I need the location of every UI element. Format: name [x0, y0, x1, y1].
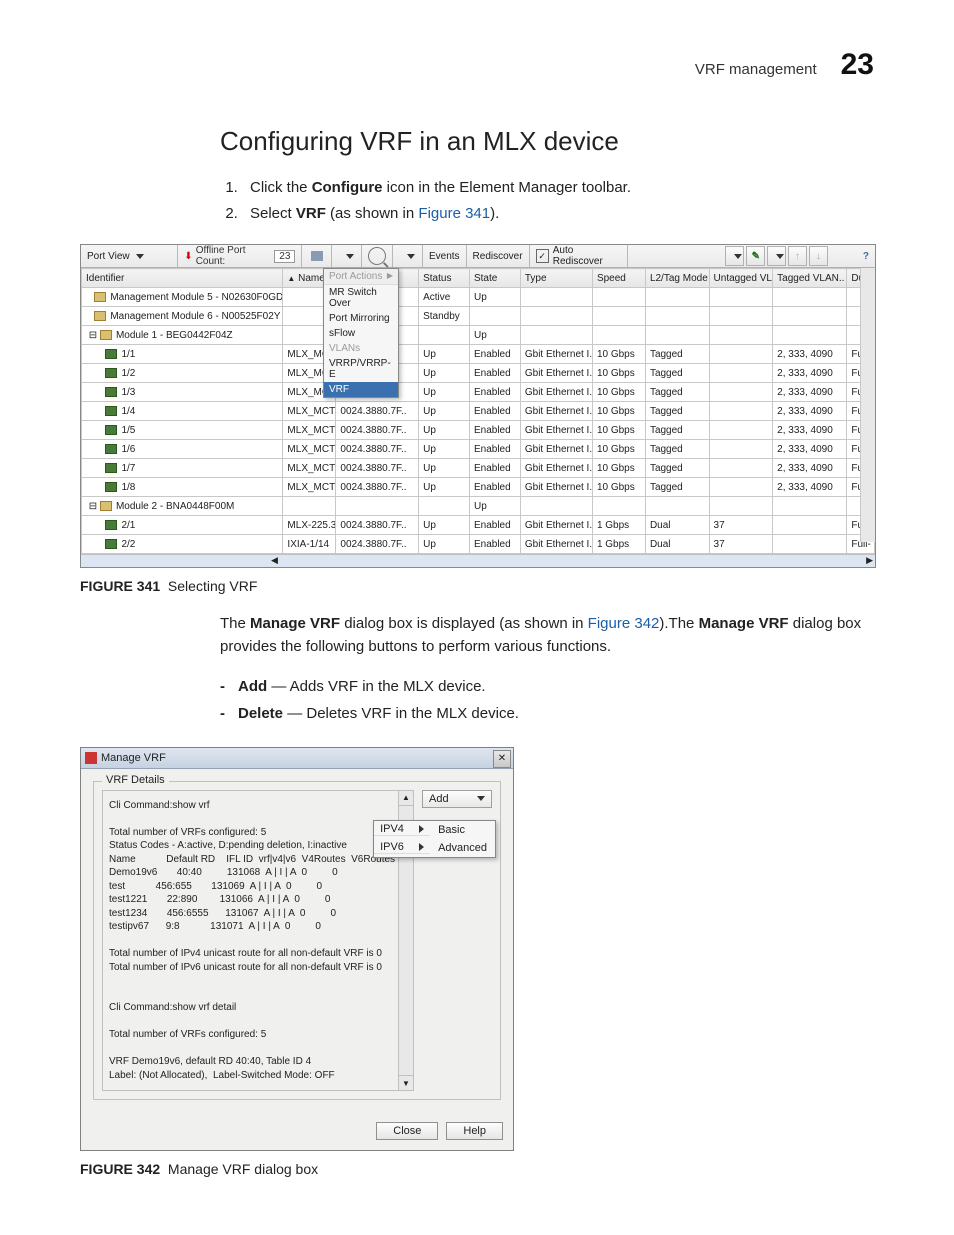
offline-port-count: ⬇ Offline Port Count: 23 [178, 245, 302, 267]
step-2: Select VRF (as shown in Figure 341). [242, 201, 874, 227]
toolbar-dropdown-3[interactable] [767, 246, 786, 266]
figure-341-link[interactable]: Figure 341 [418, 205, 490, 222]
submenu-ipv6[interactable]: IPV6 [374, 841, 430, 854]
checkbox-icon: ✓ [536, 249, 549, 263]
table-row[interactable]: ⊟ Module 1 - BEG0442F04ZUp [82, 326, 875, 345]
down-arrow-button[interactable]: ↓ [809, 246, 828, 266]
table-row[interactable]: ⊟ Module 2 - BNA0448F00MUp [82, 497, 875, 516]
table-row[interactable]: 1/5MLX_MCT_ICL0024.3880.7F..UpEnabledGbi… [82, 421, 875, 440]
search-icon [368, 247, 386, 265]
table-row[interactable]: Management Module 6 - N00525F02YStandby [82, 307, 875, 326]
app-icon [85, 752, 97, 764]
table-row[interactable]: 2/2IXIA-1/140024.3880.7F..UpEnabledGbit … [82, 535, 875, 554]
header-page-number: 23 [841, 48, 874, 82]
figure-342-link[interactable]: Figure 342 [588, 615, 660, 632]
port-view-dropdown[interactable]: Port View [81, 245, 178, 267]
table-row[interactable]: 1/2MLX_MCT_UpEnabledGbit Ethernet I..10 … [82, 364, 875, 383]
table-row[interactable]: 1/8MLX_MCT_ICL0024.3880.7F..UpEnabledGbi… [82, 478, 875, 497]
cli-output-text: Cli Command:show vrf Total number of VRF… [109, 799, 392, 1083]
menu-vrf[interactable]: VRF [324, 382, 398, 397]
bullet-add: Add — Adds VRF in the MLX device. [238, 673, 874, 700]
vertical-scrollbar[interactable] [860, 268, 875, 542]
submenu-basic[interactable]: Basic [430, 824, 473, 836]
chevron-right-icon [419, 825, 424, 833]
col-identifier[interactable]: Identifier [82, 269, 283, 288]
header-section-title: VRF management [695, 61, 817, 78]
add-submenu: IPV4 Basic IPV6 Advanced [373, 820, 496, 858]
chevron-down-icon [477, 796, 485, 801]
auto-rediscover-checkbox[interactable]: ✓Auto Rediscover [530, 245, 629, 267]
table-row[interactable]: 1/1MLX_MCT_UpEnabledGbit Ethernet I..10 … [82, 345, 875, 364]
figure-341-screenshot: Port View ⬇ Offline Port Count: 23 Event… [80, 244, 876, 568]
table-row[interactable]: 2/1MLX-225.33-4..0024.3880.7F..UpEnabled… [82, 516, 875, 535]
horizontal-scrollbar[interactable]: ◀ ▶ [81, 554, 875, 567]
rediscover-button[interactable]: Rediscover [467, 245, 530, 267]
step-1: Click the Configure icon in the Element … [242, 175, 874, 201]
search-button[interactable] [362, 245, 393, 267]
table-row[interactable]: 1/3MLX_MCT_UpEnabledGbit Ethernet I..10 … [82, 383, 875, 402]
paragraph-manage-vrf: The Manage VRF dialog box is displayed (… [220, 612, 874, 659]
chevron-down-icon [136, 254, 144, 259]
chevron-right-icon [419, 843, 424, 851]
submenu-ipv4[interactable]: IPV4 [374, 823, 430, 836]
port-table: Identifier ▲ Name Status State Type Spee… [81, 268, 875, 554]
function-list: Add — Adds VRF in the MLX device. Delete… [220, 673, 874, 727]
dialog-button-row: Close Help [81, 1112, 513, 1150]
cli-output-pane: Cli Command:show vrf Total number of VRF… [102, 790, 399, 1092]
page-header: VRF management 23 [80, 48, 874, 82]
chevron-down-icon [407, 254, 415, 259]
table-row[interactable]: 1/7MLX_MCT_ICL0024.3880.7F..UpEnabledGbi… [82, 459, 875, 478]
toolbar-icon-1[interactable] [302, 245, 332, 267]
table-row[interactable]: Management Module 5 - N02630F0GDActiveUp [82, 288, 875, 307]
table-row[interactable]: 1/4MLX_MCT_ICL0024.3880.7F..UpEnabledGbi… [82, 402, 875, 421]
toolbar-icon-2[interactable] [332, 245, 362, 267]
scroll-up-icon[interactable]: ▲ [399, 791, 413, 806]
section-heading: Configuring VRF in an MLX device [220, 126, 874, 157]
help-button[interactable]: ? [857, 245, 875, 267]
fieldset-label: VRF Details [102, 774, 169, 786]
table-header-row: Identifier ▲ Name Status State Type Spee… [82, 269, 875, 288]
table-row[interactable]: 1/6MLX_MCT_ICL0024.3880.7F..UpEnabledGbi… [82, 440, 875, 459]
close-icon[interactable]: ✕ [493, 750, 511, 768]
bullet-delete: Delete — Deletes VRF in the MLX device. [238, 700, 874, 727]
up-arrow-button[interactable]: ↑ [788, 246, 807, 266]
figure-342-caption: FIGURE 342 Manage VRF dialog box [80, 1161, 874, 1177]
menu-sflow[interactable]: sFlow [324, 326, 398, 341]
figure-342-screenshot: Manage VRF ✕ VRF Details Cli Command:sho… [80, 747, 514, 1152]
submenu-advanced[interactable]: Advanced [430, 842, 495, 854]
dialog-titlebar: Manage VRF ✕ [81, 748, 513, 769]
chevron-down-icon [346, 254, 354, 259]
menu-vrrp[interactable]: VRRP/VRRP-E [324, 356, 398, 382]
close-button[interactable]: Close [376, 1122, 438, 1140]
events-button[interactable]: Events [423, 245, 467, 267]
add-button[interactable]: Add [422, 790, 492, 808]
port-actions-menu: Port Actions▶ MR Switch Over Port Mirror… [323, 268, 399, 398]
figure-341-caption: FIGURE 341 Selecting VRF [80, 578, 874, 594]
menu-vlans[interactable]: VLANs [324, 341, 398, 356]
element-manager-toolbar: Port View ⬇ Offline Port Count: 23 Event… [81, 245, 875, 268]
vrf-details-fieldset: VRF Details Cli Command:show vrf Total n… [93, 781, 501, 1101]
toolbar-dropdown[interactable] [393, 245, 423, 267]
menu-port-actions[interactable]: Port Actions▶ [324, 269, 398, 285]
help-button[interactable]: Help [446, 1122, 503, 1140]
menu-port-mirroring[interactable]: Port Mirroring [324, 311, 398, 326]
action-menu: Add IPV4 Basic IPV6 Advanced [422, 790, 492, 1092]
step-list: Click the Configure icon in the Element … [220, 175, 874, 226]
toolbar-dropdown-2[interactable] [725, 246, 744, 266]
scroll-down-icon[interactable]: ▼ [399, 1075, 413, 1090]
menu-mr-switch-over[interactable]: MR Switch Over [324, 285, 398, 311]
configure-button[interactable]: ✎ [746, 246, 765, 266]
